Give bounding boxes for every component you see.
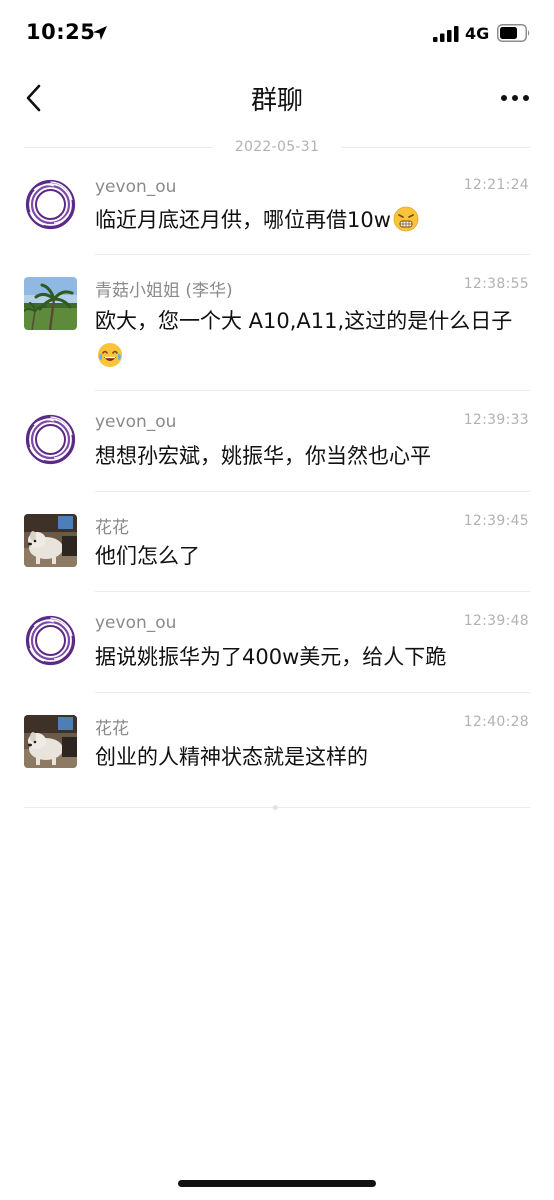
divider-line [341,146,530,148]
message-item[interactable]: yevon_ou 12:21:24 临近月底还月供，哪位再借10w [0,160,554,255]
message-list: yevon_ou 12:21:24 临近月底还月供，哪位再借10w 青菇小姐姐 … [0,160,554,793]
message-item[interactable]: yevon_ou 12:39:33 想想孙宏斌，姚振华，你当然也心平 [0,391,554,492]
avatar[interactable] [24,514,77,567]
network-type-label: 4G [465,24,490,43]
sender-name: yevon_ou [95,177,177,197]
message-time: 12:38:55 [463,276,529,292]
home-indicator[interactable] [178,1180,376,1187]
message-time: 12:40:28 [463,714,529,730]
message-time: 12:39:48 [463,613,529,629]
grimacing-face-emoji-icon [393,206,419,232]
message-text: 欧大，您一个大 A10,A11,这过的是什么日子 [95,309,513,333]
status-bar: 10:25 4G [0,0,554,66]
status-time: 10:25 [26,20,96,44]
nav-bar: 群聊 [0,66,554,130]
message-time: 12:39:33 [463,412,529,428]
more-options-button[interactable] [490,78,540,118]
message-text-container: 欧大，您一个大 A10,A11,这过的是什么日子 [95,304,525,374]
sender-name: yevon_ou [95,412,177,432]
date-label: 2022-05-31 [234,139,320,155]
avatar[interactable] [24,413,77,466]
sender-name: 花花 [95,518,129,538]
message-item[interactable]: 青菇小姐姐 (李华) 12:38:55 欧大，您一个大 A10,A11,这过的是… [0,255,554,391]
message-text: 临近月底还月供，哪位再借10w [95,208,391,232]
message-text-container: 临近月底还月供，哪位再借10w [95,205,525,236]
sender-name: 青菇小姐姐 (李华) [95,281,233,301]
more-dots-icon [501,95,529,101]
message-item[interactable]: yevon_ou 12:39:48 据说姚振华为了400w美元，给人下跪 [0,592,554,693]
message-item[interactable]: 花花 12:39:45 他们怎么了 [0,492,554,592]
message-text-container: 他们怎么了 [95,541,525,572]
message-text: 据说姚振华为了400w美元，给人下跪 [95,645,447,669]
sender-name: 花花 [95,719,129,739]
tears-of-joy-emoji-icon [97,342,123,368]
message-text-container: 据说姚振华为了400w美元，给人下跪 [95,642,525,673]
sender-name: yevon_ou [95,613,177,633]
date-divider: 2022-05-31 [24,136,530,158]
message-time: 12:39:45 [463,513,529,529]
avatar[interactable] [24,715,77,768]
message-time: 12:21:24 [463,177,529,193]
message-text-container: 创业的人精神状态就是这样的 [95,742,525,773]
avatar[interactable] [24,614,77,667]
message-text: 想想孙宏斌，姚振华，你当然也心平 [95,444,431,468]
avatar[interactable] [24,277,77,330]
message-text-container: 想想孙宏斌，姚振华，你当然也心平 [95,441,525,472]
list-end-dot [273,805,278,810]
cellular-signal-icon [433,26,459,42]
page-title: 群聊 [250,86,303,116]
divider-line [24,146,213,148]
message-text: 他们怎么了 [95,544,200,568]
avatar[interactable] [24,178,77,231]
message-item[interactable]: 花花 12:40:28 创业的人精神状态就是这样的 [0,693,554,793]
location-arrow-icon [93,26,107,40]
battery-icon [497,24,530,42]
message-text: 创业的人精神状态就是这样的 [95,745,368,769]
